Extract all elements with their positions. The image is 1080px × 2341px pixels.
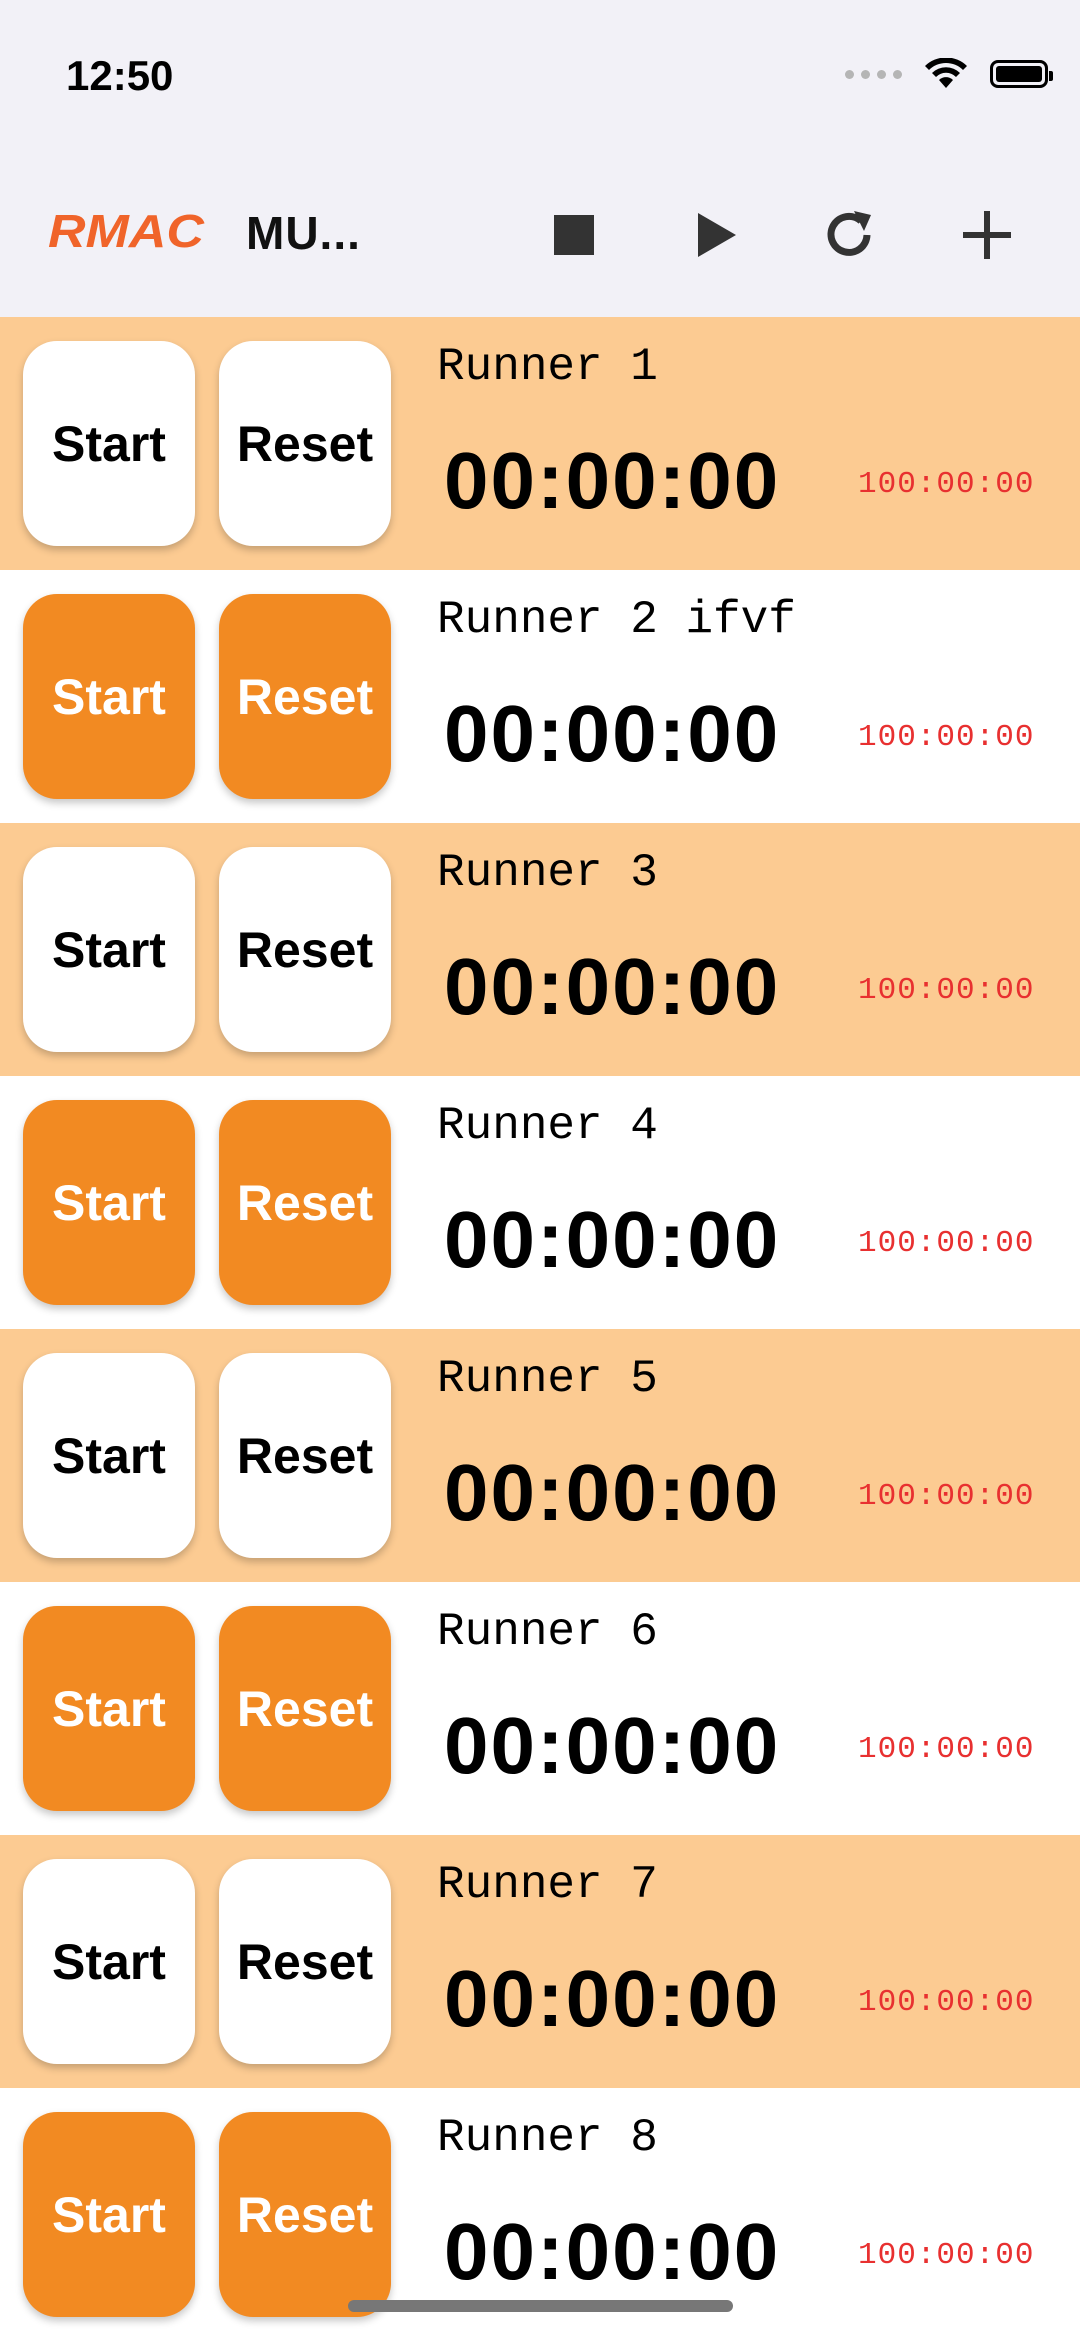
runner-row: Start Reset Runner 2 ifvf 00:00:00 100:0… [0, 570, 1080, 823]
elapsed-timer: 00:00:00 [444, 942, 781, 1031]
reset-button[interactable]: Reset [219, 1100, 391, 1305]
reset-button[interactable]: Reset [219, 594, 391, 799]
runner-name[interactable]: Runner 1 [437, 341, 658, 393]
time-limit: 100:00:00 [858, 1479, 1035, 1514]
runner-name[interactable]: Runner 7 [437, 1859, 658, 1911]
runner-name[interactable]: Runner 5 [437, 1353, 658, 1405]
start-button[interactable]: Start [23, 594, 195, 799]
reset-button[interactable]: Reset [219, 847, 391, 1052]
reset-button[interactable]: Reset [219, 1606, 391, 1811]
svg-text:RMAC: RMAC [48, 205, 205, 257]
start-button[interactable]: Start [23, 2112, 195, 2317]
refresh-icon [827, 211, 871, 256]
start-button[interactable]: Start [23, 1100, 195, 1305]
runner-name[interactable]: Runner 2 ifvf [437, 594, 796, 646]
status-icons [845, 58, 1053, 90]
start-button[interactable]: Start [23, 1353, 195, 1558]
time-limit: 100:00:00 [858, 1732, 1035, 1767]
time-limit: 100:00:00 [858, 1985, 1035, 2020]
status-bar: 12:50 [0, 0, 1080, 150]
start-button[interactable]: Start [23, 1859, 195, 2064]
runner-row: Start Reset Runner 1 00:00:00 100:00:00 [0, 317, 1080, 570]
runner-row: Start Reset Runner 4 00:00:00 100:00:00 [0, 1076, 1080, 1329]
time-limit: 100:00:00 [858, 2238, 1035, 2273]
play-icon [698, 213, 736, 257]
elapsed-timer: 00:00:00 [444, 436, 781, 525]
rmac-logo: RMAC [48, 205, 205, 257]
time-limit: 100:00:00 [858, 467, 1035, 502]
stop-icon [554, 215, 594, 255]
reset-button[interactable]: Reset [219, 1353, 391, 1558]
runner-name[interactable]: Runner 6 [437, 1606, 658, 1658]
runner-list: Start Reset Runner 1 00:00:00 100:00:00 … [0, 317, 1080, 2341]
app-bar: RMAC MU... [0, 150, 1080, 317]
add-icon [963, 211, 1011, 259]
start-button[interactable]: Start [23, 847, 195, 1052]
elapsed-timer: 00:00:00 [444, 689, 781, 778]
battery-icon [990, 60, 1053, 88]
start-button[interactable]: Start [23, 341, 195, 546]
runner-row: Start Reset Runner 3 00:00:00 100:00:00 [0, 823, 1080, 1076]
time-limit: 100:00:00 [858, 720, 1035, 755]
elapsed-timer: 00:00:00 [444, 1195, 781, 1284]
stop-all-button[interactable] [534, 195, 614, 275]
add-runner-button[interactable] [947, 195, 1027, 275]
start-all-button[interactable] [676, 195, 756, 275]
start-button[interactable]: Start [23, 1606, 195, 1811]
time-limit: 100:00:00 [858, 973, 1035, 1008]
home-indicator[interactable] [348, 2300, 733, 2312]
runner-name[interactable]: Runner 4 [437, 1100, 658, 1152]
runner-row: Start Reset Runner 5 00:00:00 100:00:00 [0, 1329, 1080, 1582]
app-title: MU... [246, 207, 361, 259]
reset-all-button[interactable] [809, 195, 889, 275]
runner-name[interactable]: Runner 8 [437, 2112, 658, 2164]
reset-button[interactable]: Reset [219, 2112, 391, 2317]
cellular-signal-icon [845, 69, 902, 79]
runner-row: Start Reset Runner 6 00:00:00 100:00:00 [0, 1582, 1080, 1835]
elapsed-timer: 00:00:00 [444, 1954, 781, 2043]
runner-name[interactable]: Runner 3 [437, 847, 658, 899]
elapsed-timer: 00:00:00 [444, 1701, 781, 1790]
elapsed-timer: 00:00:00 [444, 2207, 781, 2296]
status-time: 12:50 [66, 52, 174, 99]
time-limit: 100:00:00 [858, 1226, 1035, 1261]
runner-row: Start Reset Runner 7 00:00:00 100:00:00 [0, 1835, 1080, 2088]
wifi-icon [925, 58, 967, 88]
reset-button[interactable]: Reset [219, 1859, 391, 2064]
elapsed-timer: 00:00:00 [444, 1448, 781, 1537]
reset-button[interactable]: Reset [219, 341, 391, 546]
